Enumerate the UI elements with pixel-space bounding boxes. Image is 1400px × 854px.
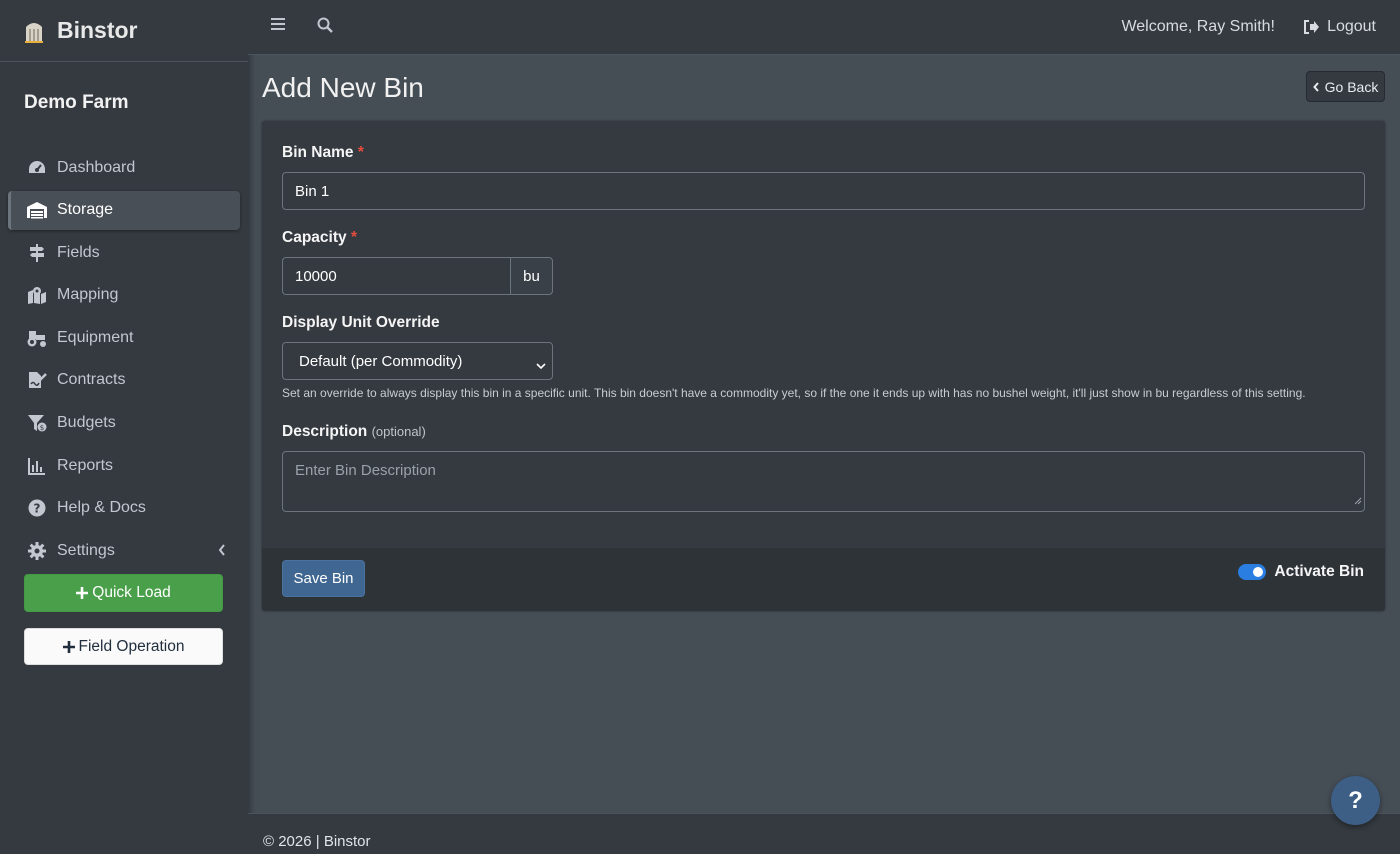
logout-link[interactable]: Logout <box>1303 18 1376 36</box>
svg-text:?: ? <box>34 502 41 516</box>
signs-post-icon <box>26 243 48 263</box>
form-footer: Save Bin Activate Bin <box>262 548 1385 611</box>
sidebar-item-budgets[interactable]: $ Budgets <box>8 404 240 443</box>
farm-name: Demo Farm <box>24 92 129 113</box>
sidebar-item-contracts[interactable]: Contracts <box>8 361 240 400</box>
bin-name-label: Bin Name * <box>282 144 364 161</box>
sidebar-item-label: Help & Docs <box>57 499 146 517</box>
sidebar-item-label: Mapping <box>57 286 119 304</box>
required-mark: * <box>350 229 357 246</box>
optional-hint: (optional) <box>371 424 426 439</box>
search-icon[interactable] <box>317 17 333 38</box>
required-mark: * <box>357 144 364 161</box>
sidebar-item-storage[interactable]: Storage <box>8 190 240 230</box>
quick-load-label: Quick Load <box>92 584 171 601</box>
page-title: Add New Bin <box>262 72 424 103</box>
display-unit-help-text: Set an override to always display this b… <box>282 386 1306 400</box>
copyright-text: © 2026 | Binstor <box>263 833 371 850</box>
display-unit-label: Display Unit Override <box>282 314 440 331</box>
sidebar-item-help-docs[interactable]: ? Help & Docs <box>8 489 240 528</box>
sign-out-icon <box>1304 20 1320 34</box>
help-floating-button[interactable]: ? <box>1331 776 1380 825</box>
sidebar-item-label: Equipment <box>57 328 134 346</box>
capacity-input[interactable]: 10000 <box>282 257 511 295</box>
sidebar-item-label: Storage <box>57 201 114 219</box>
quick-load-button[interactable]: Quick Load <box>24 574 223 612</box>
warehouse-icon <box>26 200 48 220</box>
sidebar-nav: Dashboard Storage Fields Mapping Equipme… <box>0 148 248 570</box>
chevron-left-icon <box>218 543 226 561</box>
chevron-left-icon <box>1312 81 1319 92</box>
description-placeholder: Enter Bin Description <box>295 462 436 479</box>
hamburger-menu-icon[interactable] <box>271 17 285 36</box>
svg-text:$: $ <box>40 424 44 432</box>
go-back-label: Go Back <box>1324 78 1379 95</box>
top-navbar: Welcome, Ray Smith! Logout <box>248 0 1400 55</box>
save-bin-button[interactable]: Save Bin <box>282 560 365 597</box>
description-textarea[interactable]: Enter Bin Description <box>282 451 1365 512</box>
sidebar-item-equipment[interactable]: Equipment <box>8 318 240 357</box>
plus-icon <box>76 587 89 599</box>
file-signature-icon <box>26 370 48 390</box>
plus-icon <box>62 640 75 653</box>
resize-handle-icon[interactable] <box>1354 492 1362 509</box>
gear-icon <box>26 541 48 561</box>
tractor-icon <box>26 328 48 348</box>
toggle-switch[interactable] <box>1238 564 1267 580</box>
question-circle-icon: ? <box>26 498 48 518</box>
activate-bin-label: Activate Bin <box>1274 563 1364 580</box>
toggle-knob <box>1253 567 1264 577</box>
sidebar-item-label: Reports <box>57 456 114 474</box>
map-location-icon <box>26 285 48 305</box>
page-footer: © 2026 | Binstor <box>248 813 1400 854</box>
tachometer-icon <box>26 158 48 178</box>
go-back-button[interactable]: Go Back <box>1306 71 1385 102</box>
activate-bin-toggle[interactable]: Activate Bin <box>1238 563 1364 581</box>
field-operation-button[interactable]: Field Operation <box>24 628 223 665</box>
sidebar-item-dashboard[interactable]: Dashboard <box>8 148 240 187</box>
brand-name: Binstor <box>57 17 138 43</box>
chart-bar-icon <box>26 456 48 476</box>
sidebar-item-label: Dashboard <box>57 158 136 176</box>
display-unit-select[interactable]: Default (per Commodity) <box>282 342 553 380</box>
capacity-label: Capacity * <box>282 229 357 246</box>
sidebar-item-label: Settings <box>57 541 115 559</box>
sidebar: Binstor Demo Farm Dashboard Storage Fiel… <box>0 0 248 854</box>
welcome-text: Welcome, Ray Smith! <box>1121 18 1275 35</box>
bin-name-input[interactable]: Bin 1 <box>282 172 1365 210</box>
sidebar-item-label: Fields <box>57 243 100 261</box>
sidebar-item-settings[interactable]: Settings <box>8 531 240 570</box>
sidebar-item-mapping[interactable]: Mapping <box>8 276 240 315</box>
description-label: Description (optional) <box>282 423 426 440</box>
funnel-dollar-icon: $ <box>26 413 48 433</box>
sidebar-item-label: Budgets <box>57 414 116 432</box>
sidebar-item-reports[interactable]: Reports <box>8 446 240 485</box>
capacity-unit-addon: bu <box>510 257 553 295</box>
chevron-down-icon <box>536 357 546 374</box>
logout-label: Logout <box>1327 18 1376 35</box>
sidebar-item-label: Contracts <box>57 371 126 389</box>
sidebar-item-fields[interactable]: Fields <box>8 233 240 272</box>
add-bin-form-card: Bin Name * Bin 1 Capacity * 10000 bu Dis… <box>262 121 1385 611</box>
silo-logo-icon <box>20 17 48 45</box>
field-operation-label: Field Operation <box>78 637 185 655</box>
display-unit-selected: Default (per Commodity) <box>299 352 463 370</box>
brand[interactable]: Binstor <box>0 0 248 62</box>
